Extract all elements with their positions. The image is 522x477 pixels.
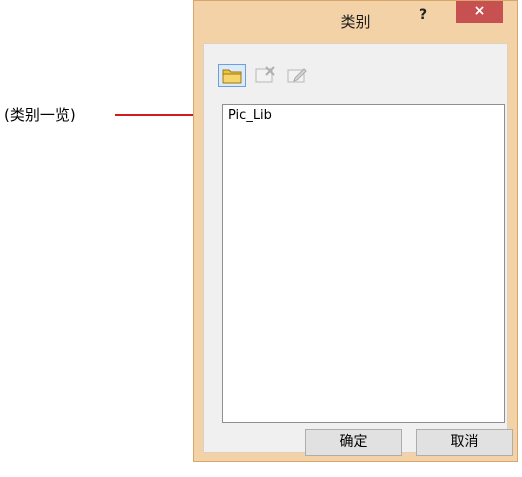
delete-category-button[interactable] [252,64,280,87]
edit-category-button[interactable] [284,64,312,87]
category-list-callout-label: (类别一览) [4,106,76,124]
ok-button[interactable]: 确定 [305,429,402,456]
new-category-button[interactable] [218,64,246,87]
close-button[interactable]: × [456,1,503,23]
list-item[interactable]: Pic_Lib [228,108,272,123]
help-button[interactable]: ? [414,6,432,24]
dialog-client-area: Pic_Lib 确定 取消 [203,43,513,456]
folder-icon [222,69,242,84]
category-dialog: 类别 ? × Pic_Lib 确定 取消 [193,0,518,462]
dialog-titlebar[interactable]: 类别 ? × [194,1,517,39]
edit-icon [287,68,307,83]
cancel-button[interactable]: 取消 [416,429,513,456]
delete-icon [255,66,275,83]
category-list[interactable]: Pic_Lib [222,104,505,423]
